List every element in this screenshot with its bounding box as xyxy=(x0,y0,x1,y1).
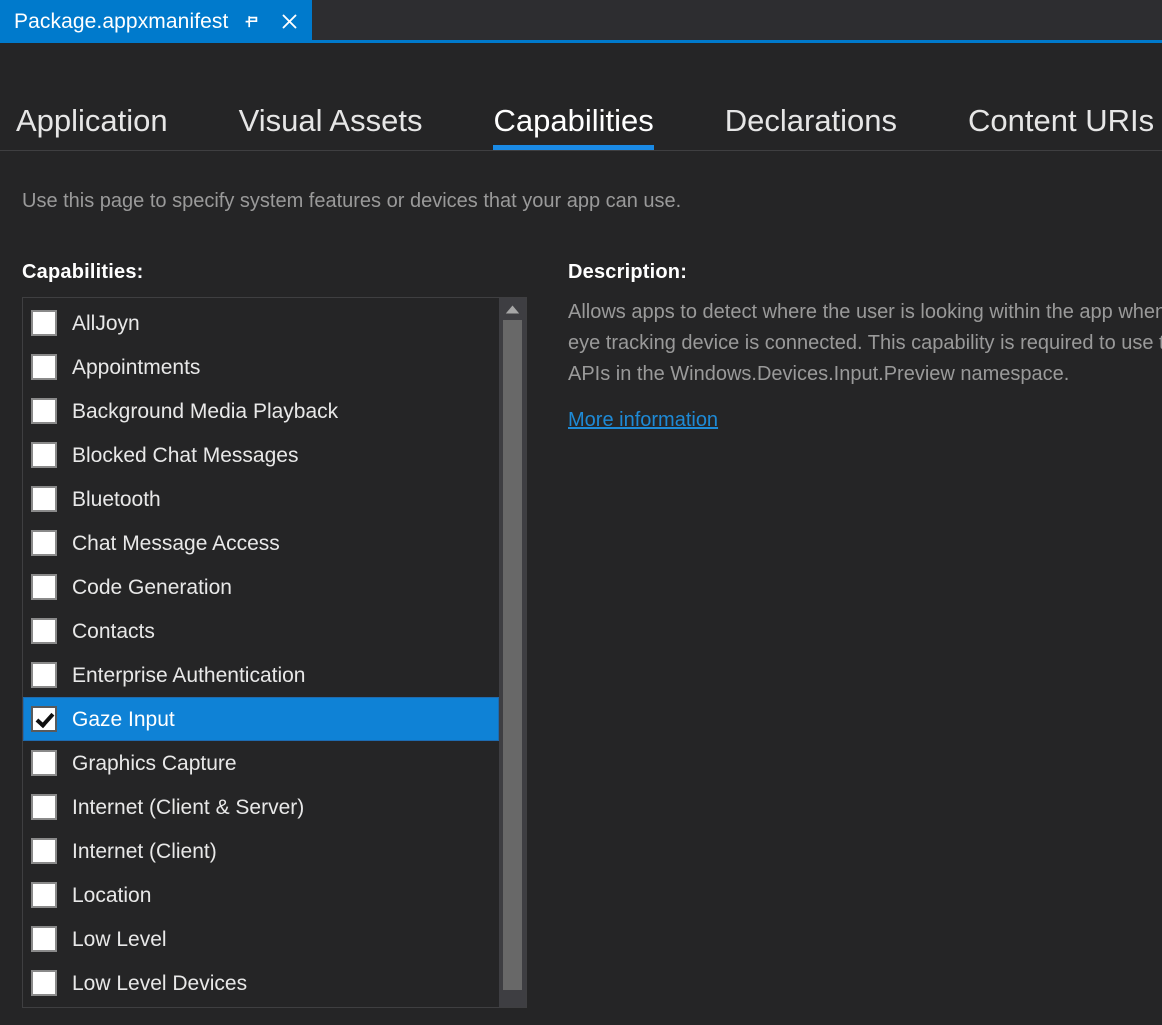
capability-label: Location xyxy=(72,883,152,907)
capability-label: Appointments xyxy=(72,355,201,379)
capability-label: Background Media Playback xyxy=(72,399,339,423)
capabilities-label: Capabilities: xyxy=(22,261,144,283)
capability-label: Low Level Devices xyxy=(72,971,248,995)
capability-checkbox-checked[interactable] xyxy=(31,706,57,732)
list-item[interactable]: Internet (Client) xyxy=(23,829,499,873)
page-hint-text: Use this page to specify system features… xyxy=(22,190,682,212)
close-icon[interactable] xyxy=(278,11,300,33)
list-item-selected[interactable]: Gaze Input xyxy=(23,697,499,741)
document-tab-title: Package.appxmanifest xyxy=(14,9,229,33)
capabilities-list: AllJoyn Appointments Background Media Pl… xyxy=(23,298,499,1007)
capability-checkbox[interactable] xyxy=(31,398,57,424)
capability-checkbox[interactable] xyxy=(31,618,57,644)
capability-checkbox[interactable] xyxy=(31,574,57,600)
capability-checkbox[interactable] xyxy=(31,794,57,820)
tab-content-uris[interactable]: Content URIs xyxy=(968,105,1154,150)
capability-checkbox[interactable] xyxy=(31,750,57,776)
tab-application[interactable]: Application xyxy=(16,105,168,150)
list-item[interactable]: AllJoyn xyxy=(23,301,499,345)
list-item[interactable]: Appointments xyxy=(23,345,499,389)
tabstrip-separator xyxy=(0,150,1162,151)
capabilities-column: Capabilities: AllJoyn Appointments Backg… xyxy=(22,261,527,1008)
page-columns: Capabilities: AllJoyn Appointments Backg… xyxy=(22,261,1162,1008)
list-item[interactable]: Low Level Devices xyxy=(23,961,499,1005)
list-item[interactable]: Blocked Chat Messages xyxy=(23,433,499,477)
capability-checkbox[interactable] xyxy=(31,354,57,380)
capability-checkbox[interactable] xyxy=(31,926,57,952)
tab-capabilities[interactable]: Capabilities xyxy=(493,105,655,150)
scrollbar-thumb[interactable] xyxy=(503,320,522,990)
list-item[interactable]: Background Media Playback xyxy=(23,389,499,433)
capability-label: Low Level xyxy=(72,927,167,951)
capability-checkbox[interactable] xyxy=(31,662,57,688)
capability-checkbox[interactable] xyxy=(31,882,57,908)
list-item[interactable]: Enterprise Authentication xyxy=(23,653,499,697)
list-item[interactable]: Location xyxy=(23,873,499,917)
capability-label: Contacts xyxy=(72,619,155,643)
list-item[interactable]: Code Generation xyxy=(23,565,499,609)
capability-label: Internet (Client) xyxy=(72,839,217,863)
capability-checkbox[interactable] xyxy=(31,442,57,468)
tab-declarations[interactable]: Declarations xyxy=(725,105,897,150)
list-item[interactable]: Contacts xyxy=(23,609,499,653)
capability-label: Enterprise Authentication xyxy=(72,663,306,687)
tab-visual-assets[interactable]: Visual Assets xyxy=(239,105,423,150)
document-tab-strip: Package.appxmanifest xyxy=(0,0,1162,43)
capability-label: Graphics Capture xyxy=(72,751,237,775)
capability-checkbox[interactable] xyxy=(31,310,57,336)
capability-checkbox[interactable] xyxy=(31,838,57,864)
list-item[interactable]: Chat Message Access xyxy=(23,521,499,565)
capabilities-scrollbar[interactable] xyxy=(499,298,526,1007)
capabilities-listbox[interactable]: AllJoyn Appointments Background Media Pl… xyxy=(22,297,527,1008)
capability-label: AllJoyn xyxy=(72,311,140,335)
capability-label: Internet (Client & Server) xyxy=(72,795,305,819)
list-item[interactable]: Bluetooth xyxy=(23,477,499,521)
more-information-link[interactable]: More information xyxy=(568,409,718,432)
capability-checkbox[interactable] xyxy=(31,530,57,556)
scrollbar-track[interactable] xyxy=(499,320,526,1007)
scroll-up-arrow-icon[interactable] xyxy=(499,298,526,320)
description-column: Description: Allows apps to detect where… xyxy=(527,261,1162,1008)
capability-label: Bluetooth xyxy=(72,487,161,511)
document-tab-package-appxmanifest[interactable]: Package.appxmanifest xyxy=(0,0,313,43)
capability-label: Gaze Input xyxy=(72,707,175,731)
list-item[interactable]: Low Level xyxy=(23,917,499,961)
list-item[interactable]: Internet (Client & Server) xyxy=(23,785,499,829)
capabilities-page: Use this page to specify system features… xyxy=(0,189,1162,1008)
capability-checkbox[interactable] xyxy=(31,970,57,996)
list-item[interactable]: Graphics Capture xyxy=(23,741,499,785)
capability-checkbox[interactable] xyxy=(31,486,57,512)
description-label: Description: xyxy=(568,261,688,283)
description-text: Allows apps to detect where the user is … xyxy=(568,301,1162,386)
capability-label: Blocked Chat Messages xyxy=(72,443,299,467)
manifest-designer-tabs: Application Visual Assets Capabilities D… xyxy=(0,43,1162,150)
pin-icon[interactable] xyxy=(242,11,264,33)
capability-label: Chat Message Access xyxy=(72,531,280,555)
capability-label: Code Generation xyxy=(72,575,232,599)
